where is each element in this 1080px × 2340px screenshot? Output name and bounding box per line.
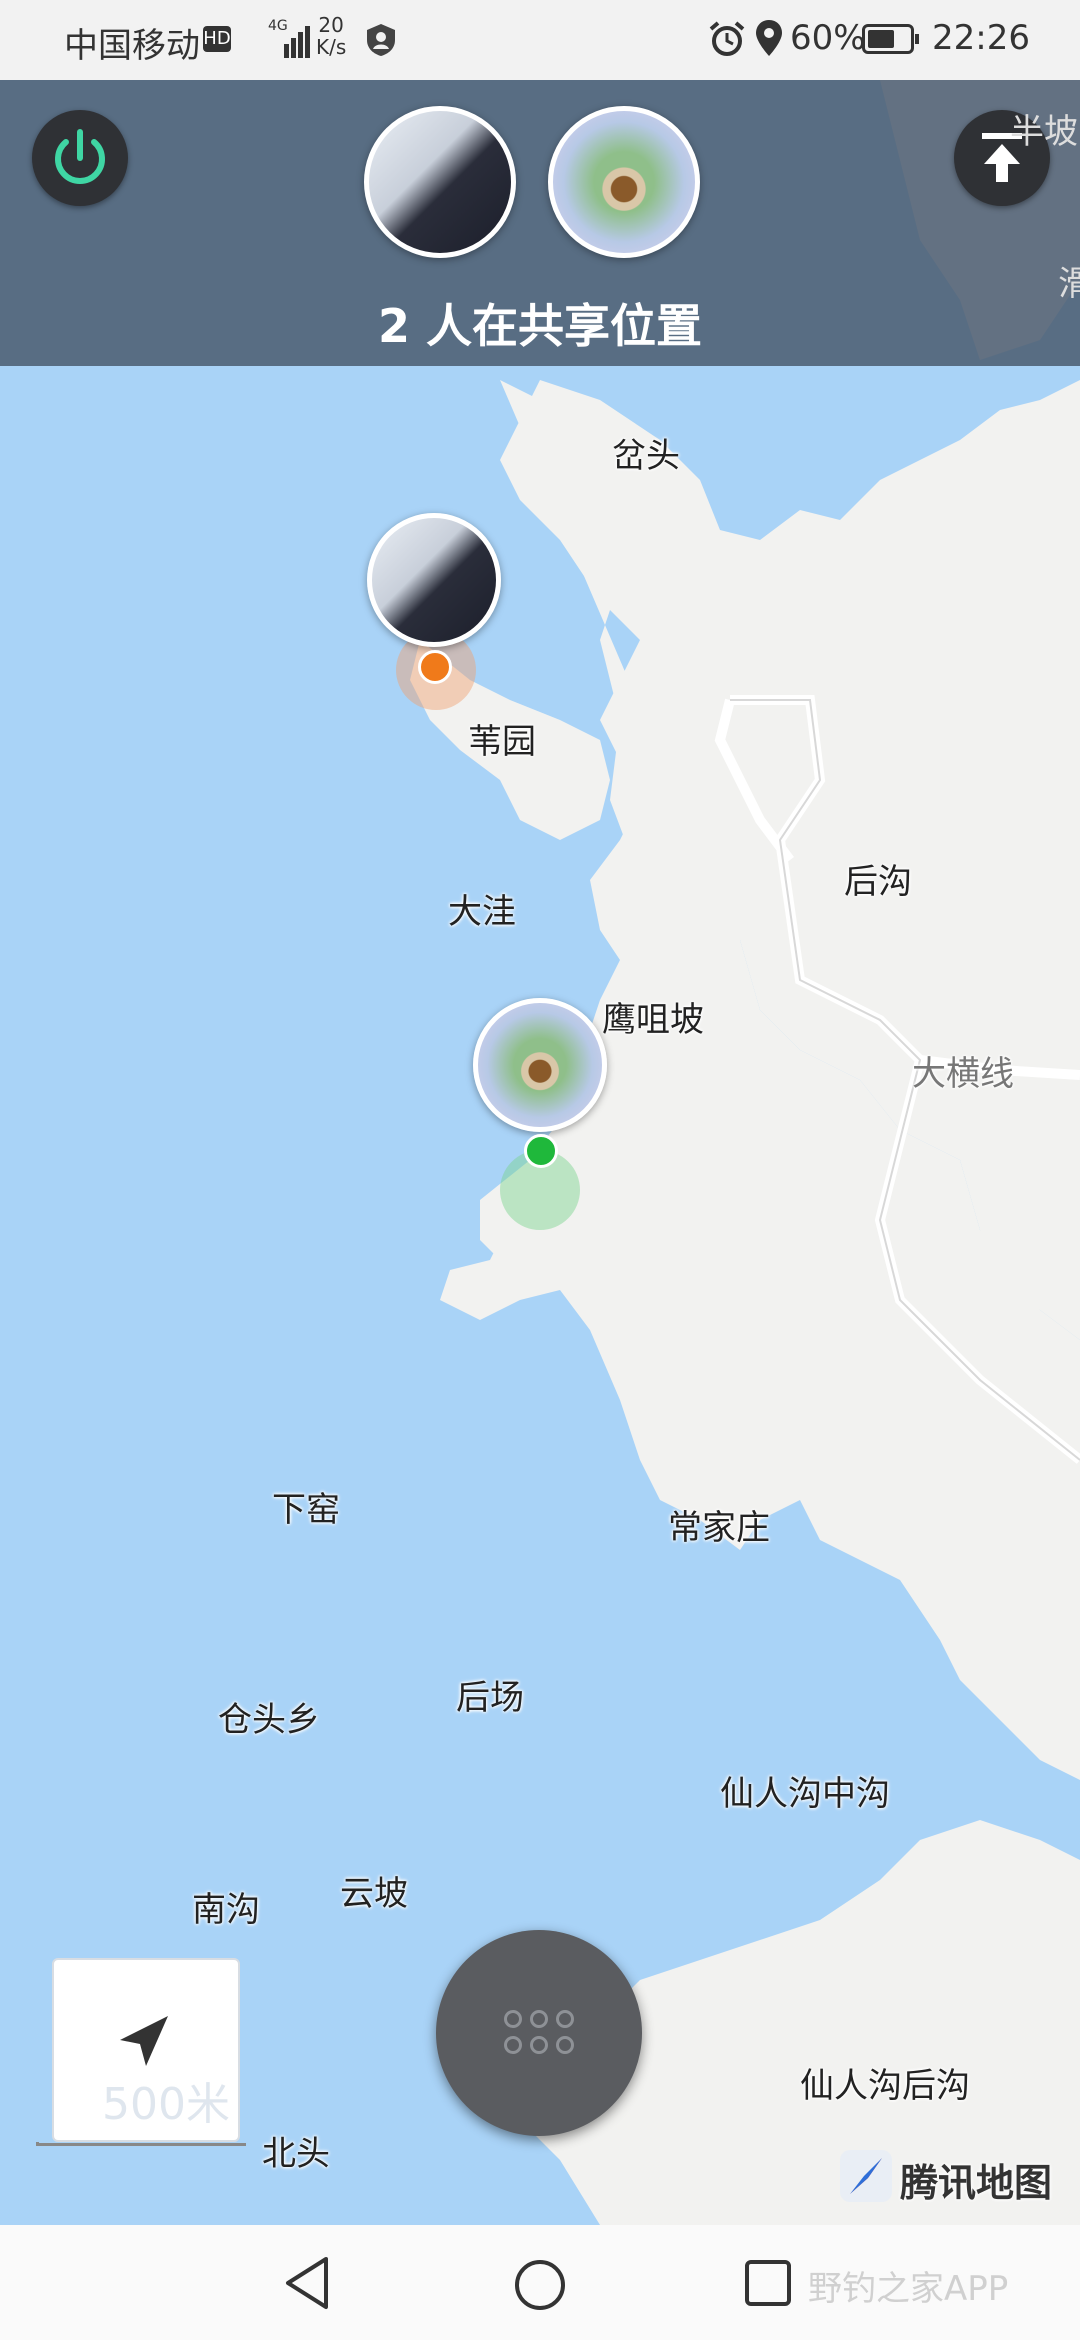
locate-me-button[interactable]: 500米 bbox=[52, 1958, 240, 2142]
share-panel: 半坡 滑 2 人在共享位置 bbox=[0, 80, 1080, 366]
more-menu-button[interactable] bbox=[436, 1930, 642, 2136]
signal-icon: 4G bbox=[268, 18, 310, 58]
place-label-weiyuan: 苇园 bbox=[468, 722, 536, 762]
shield-icon bbox=[367, 24, 395, 56]
attribution-text: 腾讯地图 bbox=[900, 2161, 1053, 2205]
hd-badge: HD bbox=[203, 26, 231, 52]
alarm-icon bbox=[709, 21, 745, 56]
place-label-beitou: 北头 bbox=[262, 2134, 330, 2174]
carrier-label: 中国移动 bbox=[64, 26, 200, 66]
place-label-xianrengou-hougou: 仙人沟后沟 bbox=[800, 2066, 970, 2106]
participant-avatar-2[interactable] bbox=[548, 106, 700, 258]
network-type-label: 4G bbox=[268, 18, 288, 34]
battery-icon bbox=[862, 24, 919, 54]
map-attribution: 腾讯地图 bbox=[838, 2148, 1052, 2205]
place-label-cangtouxiang: 仓头乡 bbox=[218, 1700, 320, 1740]
clock: 22:26 bbox=[932, 18, 1030, 58]
watermark-text: 野钓之家APP bbox=[808, 2269, 1009, 2309]
speed-unit: K/s bbox=[316, 35, 347, 59]
map-view[interactable]: 岔头 苇园 后沟 大洼 鹰咀坡 大横线 下窑 常家庄 后场 仓头乡 仙人沟中沟 … bbox=[0, 80, 1080, 2225]
system-nav-bar: 野钓之家APP bbox=[0, 2225, 1080, 2340]
road-label-dahengxian: 大横线 bbox=[912, 1054, 1014, 1094]
tencent-map-logo-icon bbox=[840, 2150, 892, 2202]
place-label-nangou: 南沟 bbox=[192, 1890, 260, 1930]
place-label-houchang: 后场 bbox=[456, 1678, 524, 1718]
home-nav-icon[interactable] bbox=[512, 2257, 568, 2313]
share-count-title: 2 人在共享位置 bbox=[377, 299, 703, 353]
power-icon bbox=[55, 129, 105, 184]
map-scale-bar bbox=[36, 2142, 246, 2146]
speed-value: 20 bbox=[318, 13, 344, 37]
place-label-xianrengou-zhonggou: 仙人沟中沟 bbox=[720, 1774, 890, 1814]
place-label-houguo: 后沟 bbox=[844, 862, 912, 902]
navigation-arrow-icon bbox=[120, 2016, 168, 2066]
recents-nav-icon[interactable] bbox=[742, 2257, 794, 2309]
status-bar: 中国移动 HD 4G 20 K/s 60% 22:26 bbox=[0, 0, 1080, 80]
network-speed: 20 K/s bbox=[316, 14, 346, 58]
user-pin-2-avatar[interactable] bbox=[473, 998, 607, 1132]
location-icon bbox=[756, 20, 782, 56]
place-label-banpo: 半坡 bbox=[1010, 112, 1078, 152]
participant-avatar-1[interactable] bbox=[364, 106, 516, 258]
map-scale-label: 500米 bbox=[102, 2079, 230, 2130]
place-label-fentou: 岔头 bbox=[612, 436, 680, 476]
place-label-xiayao: 下窑 bbox=[272, 1490, 340, 1530]
place-label-changjiazhuang: 常家庄 bbox=[668, 1508, 770, 1548]
back-nav-icon[interactable] bbox=[282, 2255, 332, 2311]
place-label-yingzuipo: 鹰咀坡 bbox=[602, 1000, 704, 1040]
place-label-yunpo: 云坡 bbox=[340, 1874, 408, 1914]
user-pin-1-dot bbox=[418, 650, 452, 684]
battery-percent: 60% bbox=[790, 18, 866, 58]
place-label-dawa: 大洼 bbox=[448, 892, 516, 932]
power-button[interactable] bbox=[32, 110, 128, 206]
user-pin-2-dot bbox=[524, 1134, 558, 1168]
user-pin-1-avatar[interactable] bbox=[367, 513, 501, 647]
